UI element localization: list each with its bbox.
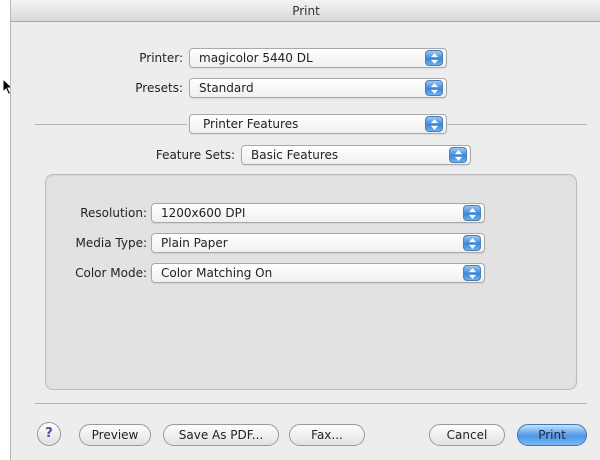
media-type-label: Media Type: xyxy=(75,236,147,250)
feature-sets-value: Basic Features xyxy=(251,148,339,162)
question-mark-icon: ? xyxy=(45,426,53,441)
feature-sets-popup[interactable]: Basic Features xyxy=(241,145,471,165)
updown-arrows-icon xyxy=(425,50,443,66)
updown-arrows-icon xyxy=(425,80,443,96)
presets-label: Presets: xyxy=(135,81,183,95)
updown-arrows-icon xyxy=(463,265,481,281)
color-mode-popup[interactable]: Color Matching On xyxy=(151,263,485,283)
updown-arrows-icon xyxy=(463,235,481,251)
bottom-separator xyxy=(35,403,587,404)
color-mode-label: Color Mode: xyxy=(75,266,147,280)
resolution-popup[interactable]: 1200x600 DPI xyxy=(151,203,485,223)
media-type-value: Plain Paper xyxy=(161,236,228,250)
pane-popup[interactable]: Printer Features xyxy=(189,114,447,134)
printer-popup[interactable]: magicolor 5440 DL xyxy=(189,48,447,68)
updown-arrows-icon xyxy=(463,205,481,221)
fax-button[interactable]: Fax... xyxy=(289,424,365,446)
resolution-value: 1200x600 DPI xyxy=(161,206,246,220)
printer-value: magicolor 5440 DL xyxy=(199,51,313,65)
cancel-button[interactable]: Cancel xyxy=(429,424,505,446)
print-button[interactable]: Print xyxy=(517,424,587,446)
print-dialog: Print Printer: magicolor 5440 DL Presets… xyxy=(10,0,600,460)
save-as-pdf-button[interactable]: Save As PDF... xyxy=(163,424,279,446)
window-title: Print xyxy=(11,0,600,22)
preview-button[interactable]: Preview xyxy=(79,424,151,446)
media-type-popup[interactable]: Plain Paper xyxy=(151,233,485,253)
separator-left xyxy=(35,124,187,125)
updown-arrows-icon xyxy=(449,147,467,163)
updown-arrows-icon xyxy=(425,116,443,132)
feature-sets-label: Feature Sets: xyxy=(155,148,235,162)
presets-popup[interactable]: Standard xyxy=(189,78,447,98)
pane-value: Printer Features xyxy=(203,117,299,131)
color-mode-value: Color Matching On xyxy=(161,266,273,280)
printer-label: Printer: xyxy=(139,51,183,65)
presets-value: Standard xyxy=(199,81,254,95)
separator-right xyxy=(447,124,587,125)
help-button[interactable]: ? xyxy=(37,422,61,446)
resolution-label: Resolution: xyxy=(80,206,147,220)
